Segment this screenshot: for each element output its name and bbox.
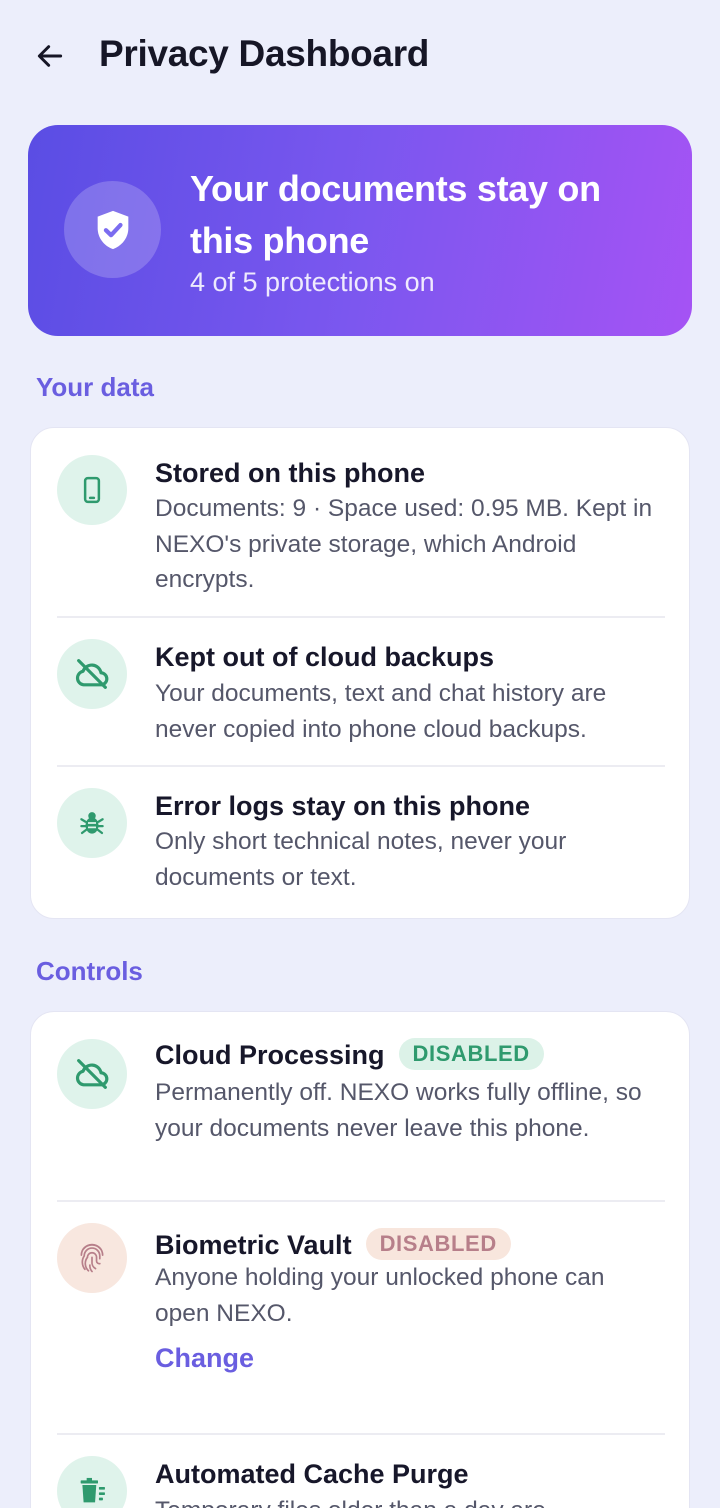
- status-badge: DISABLED: [398, 1038, 544, 1070]
- cloud-off-icon-badge: [57, 1039, 127, 1109]
- section-label-your-data: Your data: [36, 372, 154, 402]
- phone-icon-badge: [57, 455, 127, 525]
- arrow-left-icon: [37, 45, 63, 67]
- item-description: Only short technical notes, never your d…: [155, 828, 567, 891]
- item-description: Temporary files older than a day are: [155, 1493, 665, 1508]
- item-title: Biometric Vault: [155, 1230, 352, 1260]
- list-item-error-logs: Error logs stay on this phone Only short…: [31, 767, 691, 917]
- protection-count: 4 of 5 protections on: [190, 267, 435, 297]
- list-item-cache-purge: Automated Cache Purge Temporary files ol…: [31, 1435, 691, 1508]
- top-app-bar: Privacy Dashboard: [0, 0, 720, 112]
- privacy-status-banner: Your documents stay on this phone 4 of 5…: [28, 125, 692, 336]
- item-description: Anyone holding your unlocked phone can o…: [155, 1264, 605, 1327]
- item-title: Stored on this phone: [155, 458, 425, 488]
- item-title: Kept out of cloud backups: [155, 642, 495, 672]
- change-button[interactable]: Change: [155, 1343, 254, 1374]
- shield-check-icon: [97, 210, 128, 249]
- your-data-card: Stored on this phone Documents: 9 · Spac…: [30, 427, 690, 919]
- fingerprint-icon-badge: [57, 1223, 127, 1293]
- list-item-stored-on-phone: Stored on this phone Documents: 9 · Spac…: [31, 428, 691, 616]
- bug-icon-badge: [57, 788, 127, 858]
- item-title: Automated Cache Purge: [155, 1459, 469, 1489]
- banner-title: Your documents stay on this phone: [190, 168, 601, 261]
- status-badge: DISABLED: [365, 1228, 511, 1260]
- shield-badge: [64, 181, 161, 278]
- phone-icon: [83, 476, 101, 504]
- page-title: Privacy Dashboard: [99, 33, 430, 74]
- list-item-cloud-backups: Kept out of cloud backups Your documents…: [31, 618, 691, 765]
- back-button[interactable]: [22, 28, 78, 84]
- item-title-row: Biometric Vault DISABLED: [155, 1228, 511, 1261]
- item-description: Permanently off. NEXO works fully offlin…: [155, 1079, 642, 1142]
- controls-card: Cloud Processing DISABLED Permanently off…: [30, 1011, 690, 1508]
- item-title: Cloud Processing: [155, 1040, 385, 1070]
- list-item-cloud-processing: Cloud Processing DISABLED Permanently off…: [31, 1012, 691, 1200]
- item-title: Error logs stay on this phone: [155, 791, 531, 821]
- cloud-off-icon: [75, 659, 109, 689]
- item-description: Your documents, text and chat history ar…: [155, 680, 607, 743]
- list-item-biometric-vault: Biometric Vault DISABLED Anyone holding y…: [31, 1202, 691, 1434]
- fingerprint-icon: [80, 1243, 104, 1273]
- cloud-off-icon-badge: [57, 639, 127, 709]
- section-label-controls: Controls: [36, 956, 143, 986]
- privacy-dashboard-screen: Privacy Dashboard Your documents stay on…: [0, 0, 720, 1508]
- trash-icon-badge: [57, 1456, 127, 1508]
- cloud-off-icon: [75, 1059, 109, 1089]
- bug-icon: [80, 812, 104, 835]
- trash-icon: [80, 1477, 105, 1503]
- item-description: Documents: 9 · Space used: 0.95 MB. Kept…: [155, 495, 653, 593]
- item-title-row: Cloud Processing DISABLED: [155, 1038, 544, 1071]
